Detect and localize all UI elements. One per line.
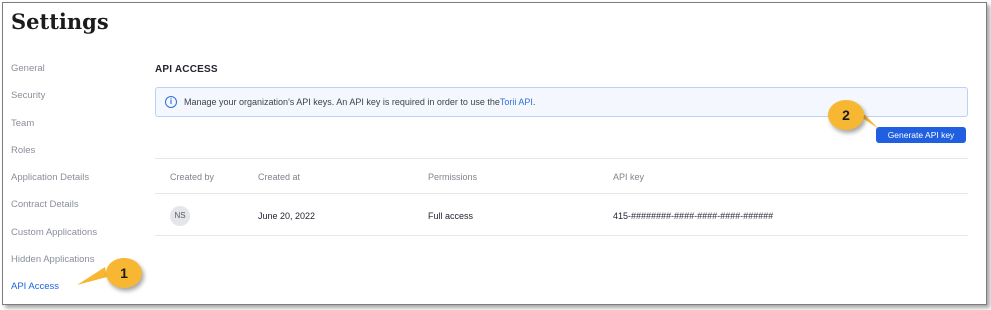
created-at-cell: June 20, 2022 [258,211,316,221]
table-divider [155,193,968,194]
sidebar-item-contract-details[interactable]: Contract Details [11,197,141,224]
table-divider [155,235,968,236]
info-icon: i [165,96,177,108]
generate-api-key-button[interactable]: Generate API key [876,127,966,143]
api-key-cell: 415-########-####-####-####-###### [613,211,774,221]
avatar: NS [170,206,190,226]
sidebar-item-roles[interactable]: Roles [11,143,141,170]
column-header-api-key: API key [613,172,645,182]
table-divider [155,158,968,159]
sidebar-item-application-details[interactable]: Application Details [11,170,141,197]
callout-marker-1: 1 [106,258,142,288]
sidebar-item-security[interactable]: Security [11,88,141,115]
section-title: API ACCESS [155,64,218,75]
settings-window: Settings General Security Team Roles App… [2,2,987,305]
column-header-created-at: Created at [258,172,301,182]
sidebar-item-team[interactable]: Team [11,116,141,143]
column-header-created-by: Created by [170,172,215,182]
page-title: Settings [11,9,109,34]
info-suffix: . [532,97,536,107]
column-header-permissions: Permissions [428,172,478,182]
sidebar-item-general[interactable]: General [11,61,141,88]
callout-pointer [77,267,107,285]
torii-api-link[interactable]: Torii API [500,97,533,107]
info-text: Manage your organization's API keys. An … [184,97,500,107]
permissions-cell: Full access [428,211,474,221]
sidebar-item-custom-applications[interactable]: Custom Applications [11,225,141,252]
callout-marker-2: 2 [828,100,864,130]
